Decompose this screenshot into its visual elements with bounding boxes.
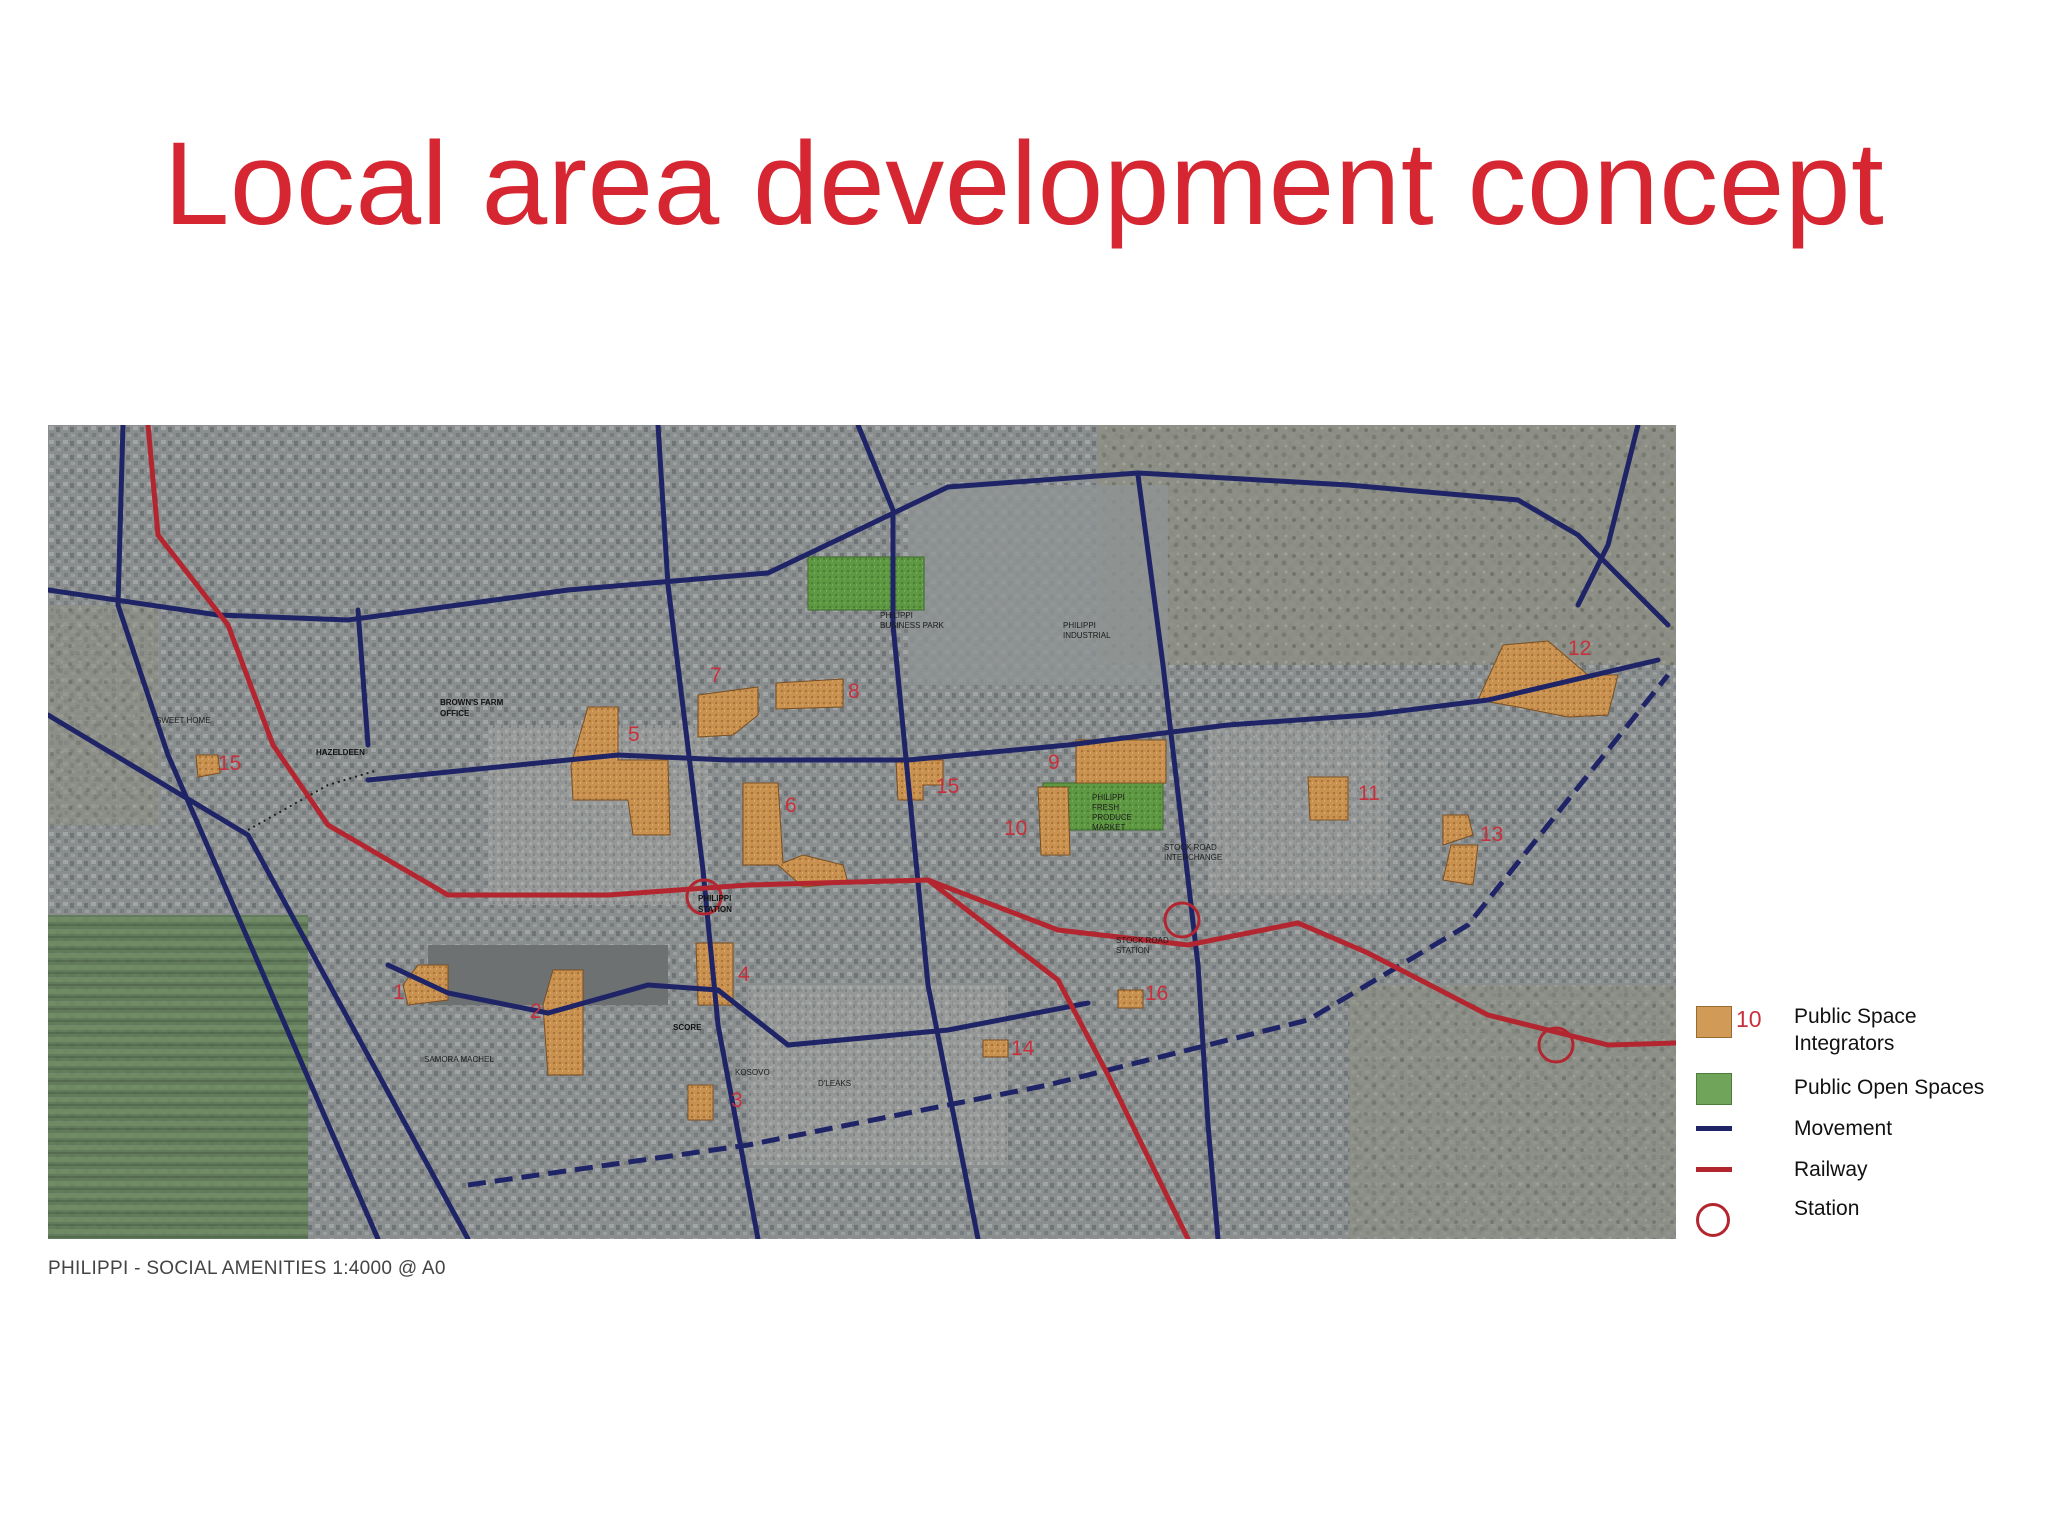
map-caption: PHILIPPI - SOCIAL AMENITIES 1:4000 @ A0: [48, 1258, 446, 1279]
legend-open-spaces-label: Public Open Spaces: [1794, 1076, 1985, 1099]
industrial-area: [908, 485, 1168, 685]
site-number-16: 16: [1145, 982, 1168, 1005]
map-canvas: SWEET HOME HAZELDEEN BROWN'S FARM OFFICE…: [48, 425, 1676, 1239]
legend-railway-label: Railway: [1794, 1158, 1868, 1181]
scrub-west: [48, 605, 158, 825]
label-stock-road-station-1: STOCK ROAD: [1116, 936, 1169, 945]
site-number-15-east: 15: [936, 775, 959, 798]
label-sweet-home: SWEET HOME: [156, 716, 211, 725]
label-business-park: BUSINESS PARK: [880, 621, 945, 630]
integrator-9: [1075, 739, 1167, 784]
railway-line-icon: [1696, 1167, 1732, 1172]
site-number-11: 11: [1358, 782, 1380, 805]
slide-title: Local area development concept: [163, 118, 1885, 250]
label-dleaks: D'LEAKS: [818, 1079, 851, 1088]
label-hazeldeen: HAZELDEEN: [316, 748, 365, 757]
label-fresh-produce-3: PRODUCE: [1092, 813, 1132, 822]
site-number-2: 2: [530, 1000, 542, 1023]
dense-settlement-2: [748, 985, 1008, 1165]
integrator-2: [542, 969, 584, 1076]
movement-line-icon: [1696, 1126, 1732, 1131]
site-number-7: 7: [710, 664, 722, 687]
label-score: SCORE: [673, 1023, 702, 1032]
map-legend: 10 Public Space Integrators Public Open …: [1696, 1003, 2036, 1243]
integrator-11: [1307, 776, 1349, 821]
station-circle-icon: [1696, 1203, 1730, 1237]
site-number-5: 5: [628, 723, 640, 746]
dense-settlement-3: [1208, 725, 1388, 895]
label-kosovo: KOSOVO: [735, 1068, 770, 1077]
site-number-6: 6: [785, 794, 797, 817]
label-fresh-produce-4: MARKET: [1092, 823, 1125, 832]
site-number-14: 14: [1011, 1037, 1035, 1060]
label-philippi-business: PHILIPPI: [880, 611, 913, 620]
label-stock-interchange-2: INTERCHANGE: [1164, 853, 1222, 862]
label-philippi-station-2: STATION: [698, 905, 732, 914]
integrator-8: [775, 678, 844, 710]
label-philippi-industrial: PHILIPPI: [1063, 621, 1096, 630]
integrator-swatch: [1696, 1006, 1732, 1038]
site-number-3: 3: [731, 1089, 743, 1112]
label-samora-machel: SAMORA MACHEL: [424, 1055, 494, 1064]
site-number-15-west: 15: [218, 752, 241, 775]
legend-integrators-line2: Integrators: [1794, 1032, 1895, 1055]
farmland-west: [48, 915, 308, 1239]
label-fresh-produce-1: PHILIPPI: [1092, 793, 1125, 802]
legend-integrators-line1: Public Space: [1794, 1005, 1917, 1028]
integrator-14: [982, 1039, 1009, 1058]
site-number-8: 8: [848, 680, 860, 703]
aerial-map: SWEET HOME HAZELDEEN BROWN'S FARM OFFICE…: [48, 425, 1676, 1239]
legend-movement-label: Movement: [1794, 1117, 1893, 1140]
label-fresh-produce-2: FRESH: [1092, 803, 1119, 812]
site-number-9: 9: [1048, 751, 1060, 774]
site-number-1: 1: [393, 981, 405, 1004]
site-number-4: 4: [738, 963, 750, 986]
site-number-13: 13: [1480, 823, 1503, 846]
label-industrial: INDUSTRIAL: [1063, 631, 1111, 640]
legend-integrator-number: 10: [1736, 1006, 1762, 1032]
integrator-15-west: [195, 754, 221, 778]
integrator-3: [687, 1084, 714, 1121]
open-space-business-park: [807, 556, 925, 611]
open-space-swatch: [1696, 1073, 1732, 1105]
label-browns-farm-office: OFFICE: [440, 709, 470, 718]
site-number-10: 10: [1004, 817, 1027, 840]
label-philippi-station-1: PHILIPPI: [698, 894, 731, 903]
label-stock-interchange-1: STOCK ROAD: [1164, 843, 1217, 852]
site-number-12: 12: [1568, 637, 1591, 660]
label-stock-road-station-2: STATION: [1116, 946, 1150, 955]
integrator-10: [1037, 786, 1071, 856]
legend-station-label: Station: [1794, 1197, 1860, 1220]
label-browns-farm: BROWN'S FARM: [440, 698, 504, 707]
integrator-16: [1117, 989, 1144, 1009]
